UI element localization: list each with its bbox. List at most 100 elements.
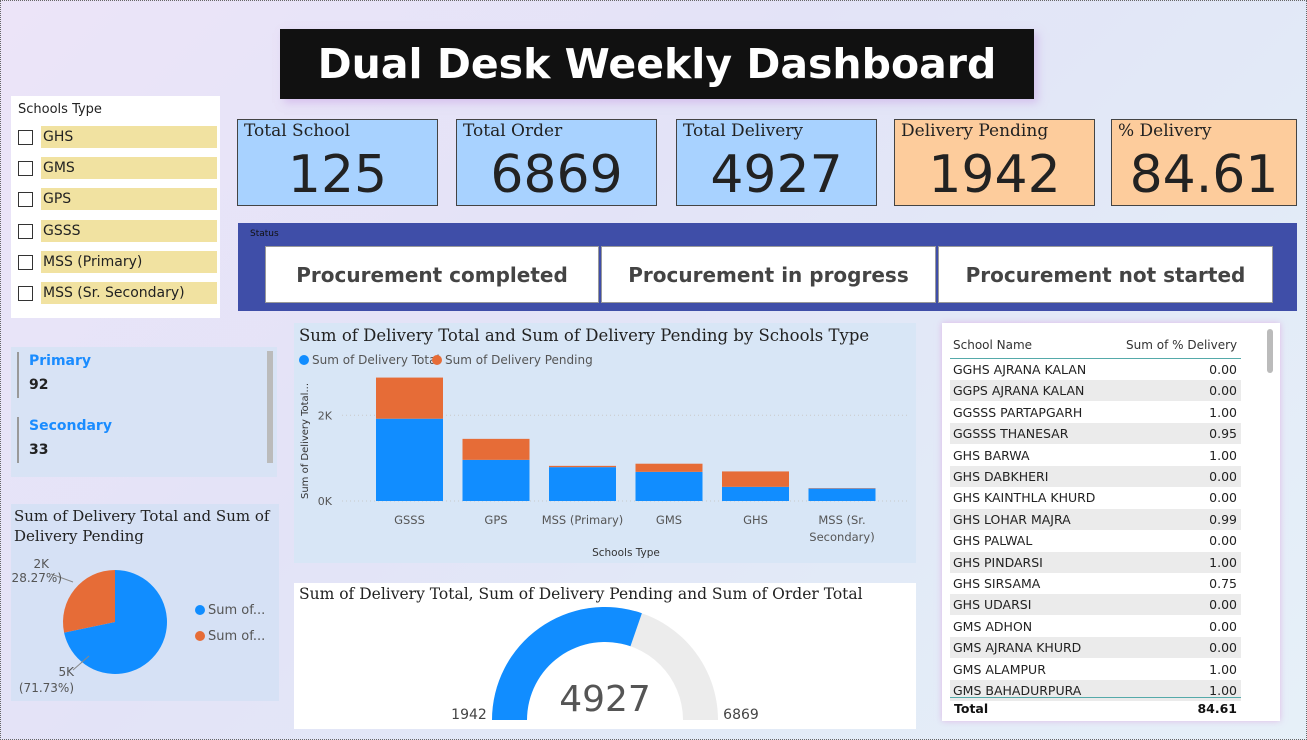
slicer-item-mss-sr-secondary[interactable]: MSS (Sr. Secondary): [18, 282, 218, 304]
kpi-label: Total Order: [463, 121, 563, 141]
column-header-school-name[interactable]: School Name: [953, 331, 1032, 359]
card-value-primary: 92: [29, 377, 49, 393]
cell-school-name: GMS ADHON: [953, 618, 1033, 634]
cell-percent-delivery: 1.00: [1209, 661, 1237, 677]
checkbox[interactable]: [18, 254, 33, 270]
bar-delivery-total[interactable]: [808, 488, 876, 501]
bar-delivery-pending[interactable]: [462, 438, 530, 460]
bar-delivery-total[interactable]: [549, 467, 616, 501]
card-scrollbar[interactable]: [267, 351, 273, 463]
cell-percent-delivery: 0.95: [1209, 426, 1237, 442]
cell-school-name: GGPS AJRANA KALAN: [953, 383, 1085, 399]
legend-item-delivery-total[interactable]: Sum of Delivery Total: [312, 353, 440, 367]
bar-delivery-pending[interactable]: [635, 463, 703, 472]
cell-percent-delivery: 1.00: [1209, 404, 1237, 420]
dashboard-title: Dual Desk Weekly Dashboard: [280, 29, 1034, 99]
table-row[interactable]: GHS BARWA 1.00: [950, 445, 1241, 466]
cell-percent-delivery: 0.00: [1209, 362, 1237, 377]
pie-slice-delivery-pending[interactable]: [63, 570, 115, 633]
slicer-item-ghs[interactable]: GHS: [18, 126, 218, 148]
bar-delivery-total[interactable]: [462, 459, 530, 501]
x-tick-label: GMS: [656, 513, 682, 527]
table-row[interactable]: GHS KAINTHLA KHURD 0.00: [950, 487, 1241, 508]
checkbox[interactable]: [18, 129, 33, 145]
kpi-total-order: Total Order 6869: [456, 119, 657, 206]
kpi-value: 1942: [928, 145, 1061, 205]
pie-label-total: 5K: [58, 665, 75, 679]
bar-delivery-pending[interactable]: [376, 377, 443, 419]
cell-school-name: GHS DABKHERI: [953, 469, 1049, 484]
kpi-percent-delivery: % Delivery 84.61: [1111, 119, 1297, 206]
bar-delivery-total[interactable]: [722, 486, 789, 501]
table-row[interactable]: GHS SIRSAMA 0.75: [950, 573, 1241, 594]
bar-delivery-total[interactable]: [376, 418, 443, 501]
pie-legend-item[interactable]: Sum of...: [208, 629, 265, 644]
pie-legend-item[interactable]: Sum of...: [208, 603, 265, 618]
table-row[interactable]: GHS UDARSI 0.00: [950, 594, 1241, 616]
table-row[interactable]: GGHS AJRANA KALAN 0.00: [950, 359, 1241, 380]
x-tick-label: GSSS: [394, 513, 425, 527]
bar-delivery-pending[interactable]: [549, 465, 616, 468]
checkbox[interactable]: [18, 160, 33, 176]
card-label-secondary: Secondary: [29, 418, 112, 434]
cell-school-name: GHS UDARSI: [953, 597, 1032, 613]
kpi-label: % Delivery: [1118, 121, 1212, 141]
slicer-item-gsss[interactable]: GSSS: [18, 220, 218, 242]
table-row[interactable]: GMS ADHON 0.00: [950, 616, 1241, 637]
table-scrollbar[interactable]: [1266, 329, 1274, 707]
table-row[interactable]: GHS PALWAL 0.00: [950, 530, 1241, 551]
cell-school-name: GHS KAINTHLA KHURD: [953, 490, 1096, 506]
status-procurement-not-started-button[interactable]: Procurement not started: [938, 246, 1273, 303]
x-tick-label: MSS (Sr.: [818, 513, 865, 527]
bar-delivery-pending[interactable]: [722, 471, 789, 487]
slicer-item-gps[interactable]: GPS: [18, 188, 218, 210]
cell-percent-delivery: 0.00: [1209, 618, 1237, 634]
status-label: Status: [250, 229, 279, 239]
legend-marker-pending: [432, 355, 442, 365]
checkbox[interactable]: [18, 285, 33, 301]
slicer-item-mss-primary[interactable]: MSS (Primary): [18, 251, 218, 273]
table-row[interactable]: GGPS AJRANA KALAN 0.00: [950, 380, 1241, 402]
status-procurement-completed-button[interactable]: Procurement completed: [265, 246, 599, 303]
gauge-max-label: 6869: [723, 707, 759, 723]
school-level-card: Primary 92 Secondary 33: [11, 347, 277, 477]
table-row[interactable]: GGSSS THANESAR 0.95: [950, 423, 1241, 445]
slicer-title: Schools Type: [18, 102, 102, 117]
kpi-label: Total School: [244, 121, 351, 141]
kpi-value: 125: [287, 145, 388, 205]
scrollbar-thumb[interactable]: [1267, 329, 1273, 373]
checkbox[interactable]: [18, 223, 33, 239]
table-row[interactable]: GMS AJRANA KHURD 0.00: [950, 637, 1241, 659]
bar-delivery-total[interactable]: [635, 471, 703, 501]
table-row[interactable]: GHS PINDARSI 1.00: [950, 551, 1241, 573]
table-row[interactable]: GMS ALAMPUR 1.00: [950, 659, 1241, 680]
legend-item-delivery-pending[interactable]: Sum of Delivery Pending: [445, 353, 593, 367]
gauge-value: 4927: [559, 679, 651, 720]
column-header-percent-delivery[interactable]: Sum of % Delivery: [1126, 331, 1237, 359]
checkbox[interactable]: [18, 191, 33, 207]
total-label: Total: [954, 701, 989, 716]
pie-label-pending-pct: (28.27%): [11, 571, 62, 585]
y-axis-label: Sum of Delivery Total...: [300, 383, 311, 499]
cell-school-name: GGSSS PARTAPGARH: [953, 404, 1083, 420]
cell-percent-delivery: 0.00: [1209, 640, 1237, 656]
status-procurement-in-progress-button[interactable]: Procurement in progress: [601, 246, 936, 303]
card-accent: [17, 352, 19, 398]
x-axis-label: Schools Type: [592, 547, 660, 559]
card-label-primary: Primary: [29, 353, 92, 369]
cell-percent-delivery: 0.00: [1209, 383, 1237, 399]
cell-school-name: GGSSS THANESAR: [953, 426, 1069, 442]
cell-percent-delivery: 0.00: [1209, 469, 1237, 484]
slicer-item-label: GMS: [41, 157, 217, 179]
pie-chart: 2K (28.27%) 5K (71.73%) Sum of... Sum of…: [11, 557, 265, 695]
stacked-bar-chart: Sum of Delivery Total and Sum of Deliver…: [299, 326, 910, 559]
slicer-item-gms[interactable]: GMS: [18, 157, 218, 179]
cell-percent-delivery: 0.00: [1209, 533, 1237, 549]
gauge-chart: Sum of Delivery Total, Sum of Delivery P…: [299, 585, 863, 723]
y-tick-label: 2K: [318, 409, 333, 422]
kpi-value: 6869: [490, 145, 623, 205]
table-row[interactable]: GHS LOHAR MAJRA 0.99: [950, 508, 1241, 530]
table-row[interactable]: GGSSS PARTAPGARH 1.00: [950, 402, 1241, 423]
table-row[interactable]: GHS DABKHERI 0.00: [950, 466, 1241, 487]
cell-percent-delivery: 1.00: [1209, 554, 1237, 570]
